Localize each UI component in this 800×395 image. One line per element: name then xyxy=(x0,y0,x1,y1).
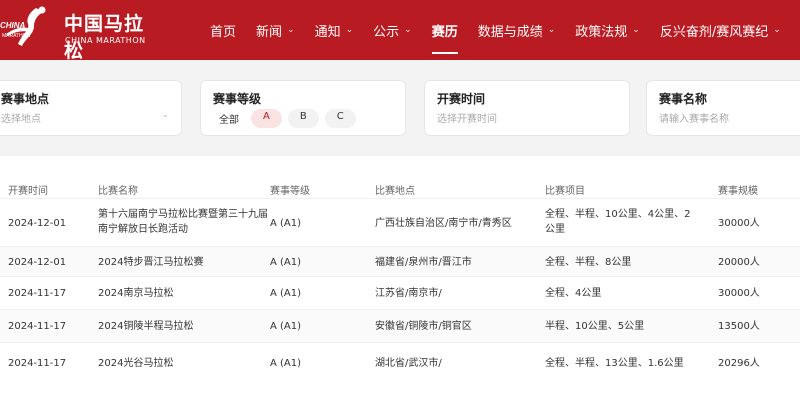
level-option-all[interactable]: 全部 xyxy=(213,109,245,128)
cell-level: A (A1) xyxy=(270,288,302,299)
cell-scale: 20296人 xyxy=(718,357,760,369)
header-scale: 赛事规模 xyxy=(718,186,758,197)
table-row[interactable]: 2024-12-01 2024特步晋江马拉松赛 A (A1) 福建省/泉州市/晋江市 全… xyxy=(0,246,800,276)
nav-item-0[interactable]: 首页 xyxy=(200,0,246,60)
nav-item-label: 赛历 xyxy=(431,24,458,40)
table-row[interactable]: 2024-11-17 2024光谷马拉松 A (A1) 湖北省/武汉市/全程、半程、1… xyxy=(0,342,800,382)
filter-start-time-label: 开赛时间 xyxy=(437,92,486,106)
cell-name: 2024特步晋江马拉松赛 xyxy=(98,256,204,268)
cell-level: A (A1) xyxy=(270,357,302,369)
nav-item-label: 数据与成绩 xyxy=(477,24,543,40)
nav-item-7[interactable]: 反兴奋剂/赛风赛纪 ⌄ xyxy=(650,0,791,60)
level-option-b[interactable]: B xyxy=(287,109,319,128)
level-option-a[interactable]: A xyxy=(251,109,282,128)
filter-location[interactable]: 赛事地点 选择地点 ⌄ xyxy=(0,80,182,136)
cell-level: A (A1) xyxy=(270,256,302,268)
chevron-down-icon: ⌄ xyxy=(632,25,640,35)
cell-date: 2024-11-17 xyxy=(8,357,67,369)
filter-name-label: 赛事名称 xyxy=(659,92,708,106)
header-items: 比赛项目 xyxy=(545,186,585,197)
cell-items: 全程、4公里 xyxy=(545,288,602,299)
chevron-down-icon: ⌄ xyxy=(547,25,556,35)
cell-scale: 30000人 xyxy=(718,288,760,299)
chevron-down-icon: ⌄ xyxy=(404,25,412,35)
race-calendar-table: 开赛时间 比赛名称 赛事等级 比赛地点 比赛项目 赛事规模 2024-12-01… xyxy=(0,156,800,395)
nav-item-3[interactable]: 公示 ⌄ xyxy=(363,0,422,60)
filter-bar: 赛事地点 选择地点 ⌄ 赛事等级 全部 A B C 开赛时间 选择开赛时间 赛事… xyxy=(0,60,800,156)
table-header: 开赛时间 比赛名称 赛事等级 比赛地点 比赛项目 赛事规模 xyxy=(0,176,800,198)
nav-item-2[interactable]: 通知 ⌄ xyxy=(305,0,364,60)
nav-item-label: 反兴奋剂/赛风赛纪 xyxy=(659,24,769,40)
cell-location: 湖北省/武汉市/ xyxy=(375,357,442,369)
header-location: 比赛地点 xyxy=(375,186,415,197)
filter-start-time-placeholder: 选择开赛时间 xyxy=(437,114,497,125)
level-options: 全部 A B C xyxy=(213,109,356,128)
logo-mark-text: CHINA xyxy=(0,21,26,30)
site-logo[interactable]: CHINA MARATHON 中国马拉松 CHINA MARATHON xyxy=(0,0,150,62)
cell-level: A (A1) xyxy=(270,321,302,332)
chevron-down-icon: ⌄ xyxy=(161,110,169,120)
filter-name-input[interactable]: 请输入赛事名称 xyxy=(659,110,729,125)
nav-item-label: 政策法规 xyxy=(575,24,628,40)
cell-name: 2024南京马拉松 xyxy=(98,288,174,299)
header-name: 比赛名称 xyxy=(98,186,138,197)
cell-scale: 30000人 xyxy=(718,217,760,229)
nav-item-4[interactable]: 赛历 xyxy=(422,0,468,60)
chevron-down-icon: ⌄ xyxy=(287,25,295,35)
chevron-down-icon: ⌄ xyxy=(773,25,781,35)
cell-items: 全程、半程、13公里、1.6公里 xyxy=(545,357,684,369)
runner-logo-icon: CHINA MARATHON xyxy=(0,6,46,46)
nav-item-label: 通知 xyxy=(314,24,341,40)
chevron-down-icon: ⌄ xyxy=(345,25,354,35)
cell-name: 2024光谷马拉松 xyxy=(98,357,174,369)
cell-name: 第十六届南宁马拉松比赛暨第三十九届南宁解放日长跑活动 xyxy=(98,209,268,235)
table-row[interactable]: 2024-11-17 2024铜陵半程马拉松 A (A1) 安徽省/铜陵市/铜官区 半程… xyxy=(0,309,800,342)
nav-item-label: 新闻 xyxy=(256,24,283,40)
svg-text:MARATHON: MARATHON xyxy=(2,33,31,39)
nav-item-6[interactable]: 政策法规 ⌄ xyxy=(565,0,650,60)
filter-name[interactable]: 赛事名称 请输入赛事名称 xyxy=(646,80,800,136)
filter-location-placeholder: 选择地点 xyxy=(1,114,41,125)
level-option-c[interactable]: C xyxy=(324,109,356,128)
cell-date: 2024-11-17 xyxy=(8,288,67,299)
cell-date: 2024-11-17 xyxy=(8,321,67,332)
cell-location: 安徽省/铜陵市/铜官区 xyxy=(375,321,472,332)
nav-item-label: 首页 xyxy=(210,24,237,40)
cell-scale: 13500人 xyxy=(718,321,760,332)
brand-subtitle: CHINA MARATHON xyxy=(65,36,146,45)
cell-items: 半程、10公里、5公里 xyxy=(545,321,645,332)
header-date: 开赛时间 xyxy=(8,186,48,197)
filter-level-label: 赛事等级 xyxy=(213,92,262,106)
header-level: 赛事等级 xyxy=(270,186,310,197)
filter-location-label: 赛事地点 xyxy=(1,92,50,106)
cell-name: 2024铜陵半程马拉松 xyxy=(98,321,194,332)
cell-items: 全程、半程、10公里、4公里、2公里 xyxy=(545,209,691,235)
cell-date: 2024-12-01 xyxy=(8,217,67,229)
table-row[interactable]: 2024-12-01 第十六届南宁马拉松比赛暨第三十九届南宁解放日长跑活动 A (A… xyxy=(0,198,800,246)
site-header: CHINA MARATHON 中国马拉松 CHINA MARATHON 首页 新闻… xyxy=(0,0,800,62)
cell-location: 江苏省/南京市/ xyxy=(375,288,442,299)
cell-level: A (A1) xyxy=(270,217,302,229)
cell-items: 全程、半程、8公里 xyxy=(545,256,632,268)
cell-location: 福建省/泉州市/晋江市 xyxy=(375,256,472,268)
filter-start-time[interactable]: 开赛时间 选择开赛时间 xyxy=(424,80,630,136)
nav-item-label: 公示 xyxy=(373,24,400,40)
filter-level: 赛事等级 全部 A B C xyxy=(200,80,406,136)
main-nav: 首页 新闻 ⌄ 通知 ⌄ 公示 ⌄ 赛历 数据与成绩 ⌄ 政策法规 ⌄ 反兴奋剂/赛风赛纪 ⌄ xyxy=(200,0,791,60)
nav-item-1[interactable]: 新闻 ⌄ xyxy=(246,0,305,60)
cell-location: 广西壮族自治区/南宁市/青秀区 xyxy=(375,217,512,229)
table-row[interactable]: 2024-11-17 2024南京马拉松 A (A1) 江苏省/南京市/全程、4公里 3… xyxy=(0,276,800,309)
cell-scale: 20000人 xyxy=(718,256,760,268)
nav-item-5[interactable]: 数据与成绩 ⌄ xyxy=(468,0,566,60)
cell-date: 2024-12-01 xyxy=(8,256,67,268)
